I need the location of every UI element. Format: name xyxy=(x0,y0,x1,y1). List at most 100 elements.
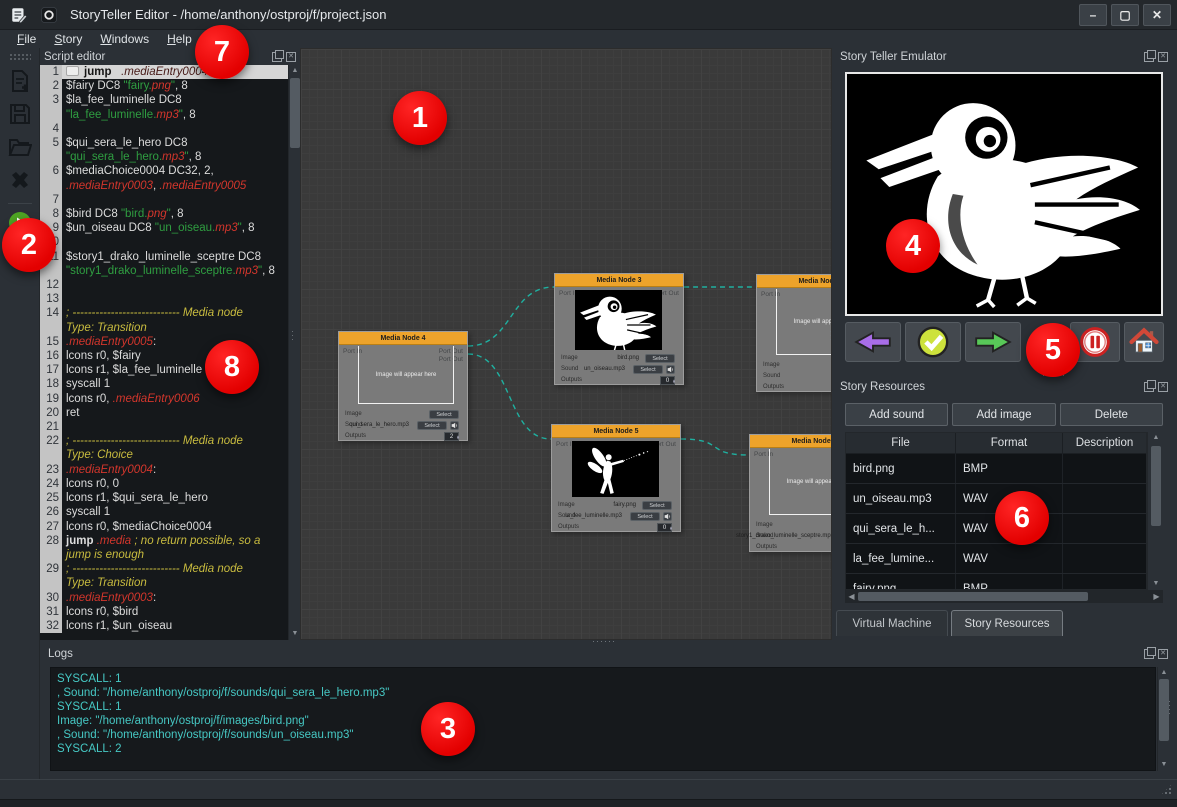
outputs-spinner[interactable]: 2 xyxy=(444,432,459,441)
resize-grip[interactable] xyxy=(1160,783,1173,796)
code-text[interactable]: $un_oiseau DC8 "un_oiseau.mp3", 8 xyxy=(62,221,288,235)
code-text[interactable]: lcons r0, .mediaEntry0006 xyxy=(62,392,288,406)
code-text[interactable] xyxy=(62,420,288,434)
media-node[interactable]: Media Node 2Port InImage will appear her… xyxy=(756,274,832,392)
save-button[interactable] xyxy=(5,101,35,131)
code-text[interactable]: $qui_sera_le_hero DC8 "qui_sera_le_hero.… xyxy=(62,136,288,164)
back-arrow-button[interactable] xyxy=(845,322,901,362)
code-text[interactable]: lcons r0, $bird xyxy=(62,605,288,619)
resources-vscrollbar[interactable]: ▲ ▼ xyxy=(1147,432,1163,590)
column-header-file[interactable]: File xyxy=(846,433,956,453)
code-text[interactable]: .mediaEntry0005: xyxy=(62,335,288,349)
code-text[interactable] xyxy=(62,193,288,207)
scrollbar-thumb[interactable] xyxy=(858,592,1088,601)
select-button[interactable]: Select xyxy=(642,501,672,510)
code-text[interactable]: jump .mediaEntry0004 xyxy=(62,65,288,79)
media-node[interactable]: Media Node 3Port InPort OutImagebird.png… xyxy=(554,273,684,385)
close-button[interactable]: ✕ xyxy=(1143,4,1171,26)
float-panel-icon[interactable] xyxy=(272,52,282,62)
media-node-title[interactable]: Media Node 6 xyxy=(750,435,832,448)
table-row[interactable]: bird.pngBMP xyxy=(846,454,1146,484)
delete-button[interactable]: Delete xyxy=(1060,403,1163,426)
code-text[interactable]: $la_fee_luminelle DC8 "la_fee_luminelle.… xyxy=(62,93,288,121)
delete-button[interactable] xyxy=(5,167,35,197)
code-text[interactable]: $story1_drako_luminelle_sceptre DC8 "sto… xyxy=(62,250,288,278)
speaker-button[interactable] xyxy=(450,421,459,430)
code-text[interactable]: lcons r0, $mediaChoice0004 xyxy=(62,520,288,534)
code-text[interactable]: ; ---------------------------- Media nod… xyxy=(62,306,288,334)
tab-story-resources[interactable]: Story Resources xyxy=(951,610,1063,636)
media-node[interactable]: Media Node 5Port InPort OutImagefairy.pn… xyxy=(551,424,681,532)
code-text[interactable] xyxy=(62,235,288,249)
scroll-up-arrow[interactable]: ▲ xyxy=(1159,668,1169,678)
scroll-down-arrow[interactable]: ▼ xyxy=(290,629,300,639)
menu-item-file[interactable]: File xyxy=(8,32,45,46)
float-panel-icon[interactable] xyxy=(1144,52,1154,62)
menu-item-windows[interactable]: Windows xyxy=(91,32,158,46)
add-sound-button[interactable]: Add sound xyxy=(845,403,948,426)
minimize-button[interactable]: – xyxy=(1079,4,1107,26)
column-header-description[interactable]: Description xyxy=(1063,433,1146,453)
menu-item-help[interactable]: Help xyxy=(158,32,201,46)
outputs-spinner[interactable]: 0 xyxy=(657,523,672,532)
scrollbar-thumb[interactable] xyxy=(290,78,300,148)
select-button[interactable]: Select xyxy=(645,354,675,363)
code-text[interactable]: .mediaEntry0003: xyxy=(62,591,288,605)
add-image-button[interactable]: Add image xyxy=(952,403,1055,426)
open-button[interactable] xyxy=(5,134,35,164)
splitter-handle[interactable]: ···· xyxy=(1165,700,1175,716)
resources-hscrollbar[interactable]: ◀ ▶ xyxy=(845,590,1163,603)
close-panel-icon[interactable]: ✕ xyxy=(1158,382,1168,392)
toolbar-grip-handle[interactable] xyxy=(9,53,31,60)
scroll-down-arrow[interactable]: ▼ xyxy=(1159,760,1169,770)
script-editor-scrollbar[interactable]: ▲ ▼ xyxy=(288,65,300,640)
code-text[interactable]: $mediaChoice0004 DC32, 2, .mediaEntry000… xyxy=(62,164,288,192)
scroll-up-arrow[interactable]: ▲ xyxy=(1151,433,1161,443)
select-button[interactable]: Select xyxy=(417,421,447,430)
scroll-down-arrow[interactable]: ▼ xyxy=(1151,579,1161,589)
select-button[interactable]: Select xyxy=(630,512,660,521)
logs-scrollbar[interactable]: ▲ ▼ xyxy=(1157,667,1170,771)
float-panel-icon[interactable] xyxy=(1144,382,1154,392)
forward-arrow-button[interactable] xyxy=(965,322,1021,362)
code-text[interactable]: $bird DC8 "bird.png", 8 xyxy=(62,207,288,221)
media-node-title[interactable]: Media Node 2 xyxy=(757,275,832,288)
menu-item-story[interactable]: Story xyxy=(45,32,91,46)
splitter-handle[interactable]: ··· xyxy=(288,330,298,342)
code-text[interactable] xyxy=(62,292,288,306)
close-panel-icon[interactable]: ✕ xyxy=(1158,52,1168,62)
tab-virtual-machine[interactable]: Virtual Machine xyxy=(836,610,948,636)
speaker-button[interactable] xyxy=(666,365,675,374)
speaker-button[interactable] xyxy=(663,512,672,521)
maximize-button[interactable]: ▢ xyxy=(1111,4,1139,26)
check-button[interactable] xyxy=(905,322,961,362)
code-text[interactable]: ; ---------------------------- Media nod… xyxy=(62,562,288,590)
code-text[interactable]: jump .media ; no return possible, so a j… xyxy=(62,534,288,562)
home-button[interactable] xyxy=(1124,322,1164,362)
code-text[interactable]: $fairy DC8 "fairy.png", 8 xyxy=(62,79,288,93)
media-node[interactable]: Media Node 6Port InImage will appear her… xyxy=(749,434,832,552)
select-button[interactable]: Select xyxy=(633,365,663,374)
scroll-up-arrow[interactable]: ▲ xyxy=(290,66,300,76)
story-node-canvas[interactable]: Media Node 4Port InPort OutPort OutImage… xyxy=(300,48,832,640)
code-text[interactable]: lcons r1, $un_oiseau xyxy=(62,619,288,633)
code-text[interactable]: ret xyxy=(62,406,288,420)
code-text[interactable]: lcons r1, $qui_sera_le_hero xyxy=(62,491,288,505)
float-panel-icon[interactable] xyxy=(1144,649,1154,659)
splitter-handle[interactable]: ··· xyxy=(826,330,836,342)
table-row[interactable]: fairy.pngBMP xyxy=(846,574,1146,590)
code-text[interactable] xyxy=(62,122,288,136)
close-panel-icon[interactable]: ✕ xyxy=(286,52,296,62)
outputs-spinner[interactable]: 0 xyxy=(660,376,675,385)
splitter-handle[interactable]: ······ xyxy=(592,636,616,646)
code-text[interactable] xyxy=(62,278,288,292)
code-text[interactable]: lcons r0, 0 xyxy=(62,477,288,491)
media-node-title[interactable]: Media Node 4 xyxy=(339,332,467,345)
scroll-left-arrow[interactable]: ◀ xyxy=(846,591,857,602)
scrollbar-thumb[interactable] xyxy=(1151,446,1161,526)
new-file-button[interactable] xyxy=(5,68,35,98)
scroll-right-arrow[interactable]: ▶ xyxy=(1151,591,1162,602)
media-node-title[interactable]: Media Node 3 xyxy=(555,274,683,287)
column-header-format[interactable]: Format xyxy=(956,433,1063,453)
code-text[interactable]: .mediaEntry0004: xyxy=(62,463,288,477)
